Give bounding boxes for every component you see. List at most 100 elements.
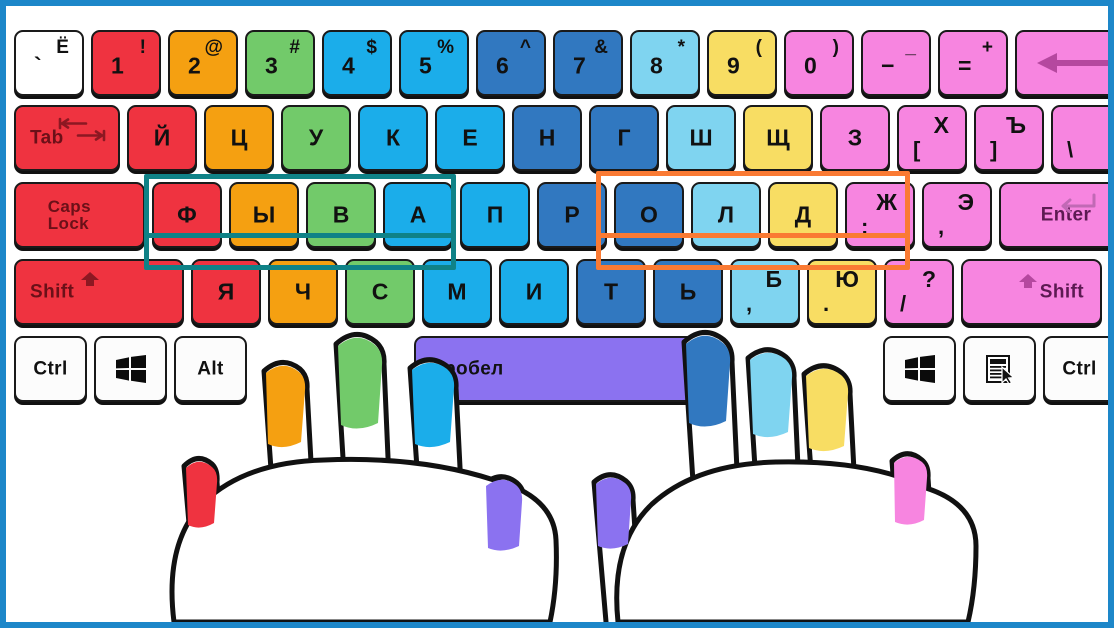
key-legend-primary: − [881,52,895,79]
keyboard-diagram: ` Ё 1! 2 @3 #4 $5% 6 ^ 7 & 8 * 9(0) − _ = + Tab Й Ц У К Е Н Г Ш Щ З[… [0,0,1114,628]
key-backspace[interactable] [1015,30,1108,96]
key-legend-secondary: Х [933,112,949,138]
key-key-y[interactable]: Ы [229,182,299,248]
key-digit4[interactable]: 4 $ [322,30,392,96]
key-alt-right [803,336,876,402]
key-key-c[interactable]: Ц [204,105,274,171]
key-legend-secondary: _ [905,37,916,58]
key-legend-primary: Ц [230,124,248,151]
key-legend-secondary: ? [921,266,936,292]
key-slash[interactable]: /? [884,259,954,325]
key-legend-primary: Р [564,201,580,228]
context-menu-icon [985,355,1015,384]
key-key-eh[interactable]: ,Э [922,182,992,248]
key-legend-primary: Ctrl [1062,358,1097,380]
key-key-r[interactable]: Р [537,182,607,248]
key-key-b[interactable]: ,Б [730,259,800,325]
key-legend-secondary: # [289,37,300,58]
key-tab[interactable]: Tab [14,105,120,171]
key-legend-primary: 4 [342,52,355,79]
key-legend-secondary: Б [765,266,782,292]
key-legend-secondary: * [677,37,685,58]
key-ctrl-left[interactable]: Ctrl [14,336,87,402]
key-legend-primary: 2 [188,52,201,79]
key-key-t[interactable]: Т [576,259,646,325]
keyboard-row-top-letter-row: TabЙЦУКЕНГШЩЗ[Х]Ъ\| [6,105,1114,171]
key-key-g[interactable]: Г [589,105,659,171]
key-digit3[interactable]: 3 # [245,30,315,96]
keyboard-row-modifier-row: Ctrl Alt Пробел Ctrl [6,336,1108,402]
key-shift-right[interactable]: Shift [961,259,1102,325]
key-key-p[interactable]: П [460,182,530,248]
key-key-f[interactable]: Ф [152,182,222,248]
key-win-right[interactable] [883,336,956,402]
key-minus[interactable]: − _ [861,30,931,96]
key-legend-primary: = [958,52,972,79]
keyboard-row-home-row: Caps Lock Ф Ы В А П Р О Л Д ; Ж, Э Enter [6,182,1108,248]
key-key-zh[interactable]: ; Ж [845,182,915,248]
key-key-s[interactable]: С [345,259,415,325]
key-legend-primary: О [640,201,658,228]
key-key-l[interactable]: Л [691,182,761,248]
key-key-d[interactable]: Д [768,182,838,248]
key-legend-primary: ] [990,137,998,162]
key-key-i[interactable]: И [499,259,569,325]
key-alt-gap-2 [334,336,407,402]
key-key-hard[interactable]: ] Ъ [974,105,1044,171]
key-key-z[interactable]: З [820,105,890,171]
key-legend-primary: ; [861,214,869,239]
key-digit9[interactable]: 9( [707,30,777,96]
key-key-n[interactable]: Н [512,105,582,171]
key-digit1[interactable]: 1! [91,30,161,96]
key-digit0[interactable]: 0) [784,30,854,96]
key-legend-primary: ` [34,52,42,79]
key-legend-primary: З [847,124,863,151]
key-digit7[interactable]: 7 & [553,30,623,96]
key-key-ya[interactable]: Я [191,259,261,325]
key-space[interactable]: Пробел [414,336,716,402]
key-digit5[interactable]: 5% [399,30,469,96]
key-key-h[interactable]: [Х [897,105,967,171]
shift-up-arrow-icon [81,272,99,286]
key-key-u[interactable]: У [281,105,351,171]
key-key-ch[interactable]: Ч [268,259,338,325]
key-legend-primary: Enter [1040,204,1092,226]
key-menu-key[interactable] [963,336,1036,402]
key-key-m[interactable]: М [422,259,492,325]
key-backslash[interactable]: \| [1051,105,1114,171]
key-legend-secondary: ! [139,37,146,58]
key-key-sh[interactable]: Ш [666,105,736,171]
key-legend-secondary: ^ [519,37,531,58]
key-legend-primary: В [332,201,350,228]
key-key-soft[interactable]: Ь [653,259,723,325]
key-legend-primary: \ [1067,137,1074,162]
key-legend-primary: Д [794,201,812,228]
key-key-o[interactable]: О [614,182,684,248]
key-key-e[interactable]: Е [435,105,505,171]
key-digit6[interactable]: 6 ^ [476,30,546,96]
key-key-yu[interactable]: .Ю [807,259,877,325]
key-ctrl-right[interactable]: Ctrl [1043,336,1108,402]
key-key-a[interactable]: А [383,182,453,248]
key-alt-gap-1 [254,336,327,402]
key-legend-secondary: ( [755,37,762,58]
key-legend-secondary: | [1109,114,1114,137]
key-shift-left[interactable]: Shift [14,259,184,325]
key-equal[interactable]: = + [938,30,1008,96]
key-key- j[interactable]: Й [127,105,197,171]
key-legend-primary: [ [913,137,921,162]
key-digit2[interactable]: 2 @ [168,30,238,96]
key-backquote[interactable]: ` Ё [14,30,84,96]
key-key-v[interactable]: В [306,182,376,248]
key-digit8[interactable]: 8 * [630,30,700,96]
key-legend-secondary: + [981,37,993,58]
key-enter[interactable]: Enter [999,182,1108,248]
key-key-shch[interactable]: Щ [743,105,813,171]
key-legend-primary: 3 [265,52,278,79]
key-win-left[interactable] [94,336,167,402]
key-capslock[interactable]: Caps Lock [14,182,145,248]
key-legend-primary: Пробел [430,358,504,380]
key-key-k[interactable]: К [358,105,428,171]
key-legend-primary: М [447,278,467,305]
key-alt-left[interactable]: Alt [174,336,247,402]
